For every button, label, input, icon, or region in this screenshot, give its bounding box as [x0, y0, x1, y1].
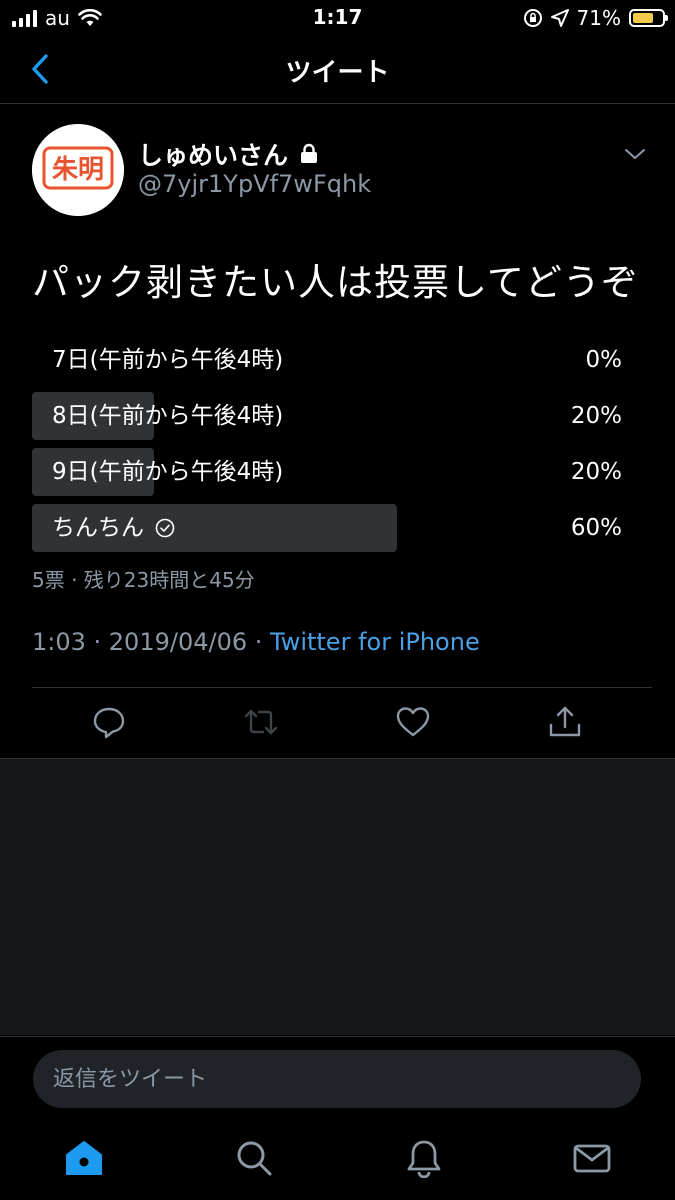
poll-option-label: ちんちん	[52, 504, 176, 552]
display-name: しゅめいさん	[138, 141, 289, 170]
poll: 7日(午前から午後4時) 0% 8日(午前から午後4時) 20% 9日(午前から…	[32, 336, 632, 560]
poll-option-percent: 0%	[585, 347, 623, 373]
tab-bar	[0, 1124, 675, 1200]
lock-icon	[301, 143, 318, 163]
reply-bar	[0, 1036, 675, 1124]
like-heart-icon[interactable]	[395, 704, 431, 740]
svg-text:朱明: 朱明	[52, 155, 104, 185]
poll-option-label: 8日(午前から午後4時)	[52, 403, 284, 429]
poll-option-percent: 60%	[570, 515, 622, 541]
poll-meta: 5票 · 残り23時間と45分	[32, 568, 255, 592]
navigation-bar: ツイート	[0, 36, 675, 104]
poll-option: 9日(午前から午後4時) 20%	[32, 448, 632, 496]
poll-option-label: 9日(午前から午後4時)	[52, 459, 284, 485]
reply-input[interactable]	[33, 1050, 641, 1108]
source-link[interactable]: Twitter for iPhone	[270, 628, 480, 656]
messages-icon[interactable]	[572, 1138, 612, 1178]
orientation-lock-icon	[523, 9, 542, 27]
tweet-text: パック剥きたい人は投票してどうぞ	[32, 261, 639, 304]
home-icon[interactable]	[64, 1138, 104, 1178]
empty-replies-area	[0, 759, 675, 1035]
poll-option-label: 7日(午前から午後4時)	[52, 347, 284, 373]
avatar[interactable]: 朱明	[32, 124, 124, 216]
battery-icon	[629, 9, 668, 27]
author-name-row[interactable]: しゅめいさん	[138, 136, 320, 172]
reply-icon[interactable]	[91, 704, 127, 740]
search-icon[interactable]	[234, 1138, 274, 1178]
poll-option: 7日(午前から午後4時) 0%	[32, 336, 632, 384]
retweet-icon[interactable]	[243, 704, 279, 740]
poll-option-percent: 20%	[570, 403, 622, 429]
poll-option-percent: 20%	[570, 459, 622, 485]
divider	[32, 687, 652, 688]
poll-option: ちんちん 60%	[32, 504, 632, 552]
user-handle[interactable]: @7yjr1YpVf7wFqhk	[138, 170, 371, 198]
check-circle-icon	[155, 518, 175, 538]
chevron-down-icon[interactable]	[622, 144, 648, 164]
status-right: 71%	[523, 6, 668, 30]
avatar-logo: 朱明	[32, 124, 124, 216]
battery-level	[633, 13, 653, 23]
notifications-icon[interactable]	[404, 1138, 444, 1178]
status-bar: au 1:17 71%	[0, 0, 675, 36]
page-title: ツイート	[285, 58, 390, 88]
location-arrow-icon	[550, 9, 569, 27]
battery-percent: 71%	[576, 6, 621, 30]
timestamp-text: 1:03 · 2019/04/06 ·	[32, 628, 270, 656]
poll-option: 8日(午前から午後4時) 20%	[32, 392, 632, 440]
share-icon[interactable]	[547, 704, 583, 740]
tweet-timestamp: 1:03 · 2019/04/06 · Twitter for iPhone	[32, 628, 480, 656]
